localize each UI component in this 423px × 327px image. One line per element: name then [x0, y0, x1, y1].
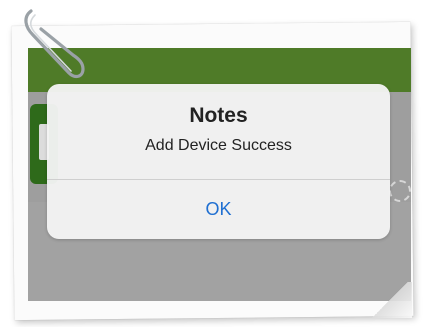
page-curl: [368, 282, 412, 318]
alert-dialog: Notes Add Device Success OK: [47, 84, 390, 239]
paperclip-icon: [24, 9, 85, 79]
spinner-icon: [389, 180, 411, 202]
alert-title: Notes: [189, 104, 248, 127]
ok-button[interactable]: OK: [47, 180, 390, 239]
alert-message: Add Device Success: [145, 137, 292, 154]
